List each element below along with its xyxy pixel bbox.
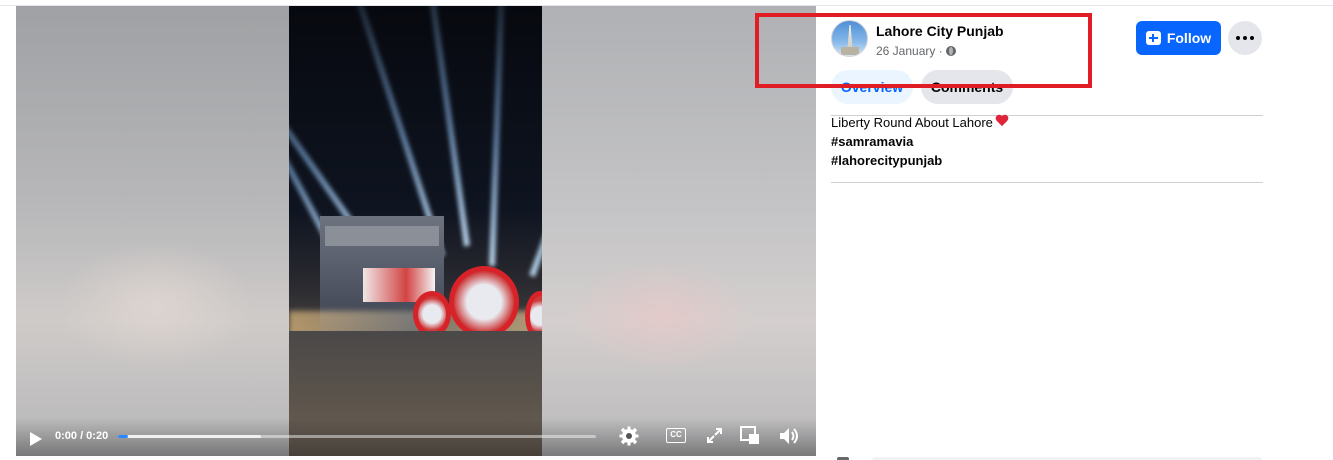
post-caption-block: Liberty Round About Lahore #samramavia #…	[831, 113, 1009, 170]
divider	[831, 182, 1263, 183]
follow-label: Follow	[1166, 30, 1212, 46]
hashtag-link[interactable]: #samramavia	[831, 132, 1009, 151]
post-caption: Liberty Round About Lahore	[831, 115, 993, 130]
more-dot	[1250, 36, 1254, 40]
more-dot	[1243, 36, 1247, 40]
light-beam	[489, 6, 507, 267]
heart-icon	[995, 115, 1009, 128]
settings-gear-icon[interactable]	[619, 426, 639, 446]
more-options-button[interactable]	[1228, 21, 1262, 55]
building-top	[325, 226, 439, 246]
video-player[interactable]: 0:00 / 0:20 CC	[16, 6, 816, 456]
volume-icon[interactable]	[779, 426, 801, 446]
picture-in-picture-icon[interactable]	[740, 426, 760, 445]
seek-played	[118, 435, 128, 438]
video-blur-left	[16, 6, 289, 456]
hashtag-link[interactable]: #lahorecitypunjab	[831, 151, 1009, 170]
follow-button[interactable]: Follow	[1136, 21, 1221, 55]
page: 0:00 / 0:20 CC Lahore City Punjab 26 Jan…	[0, 0, 1333, 460]
seek-buffer	[118, 435, 262, 438]
video-frame[interactable]	[289, 6, 542, 456]
highlight-box	[755, 13, 1092, 88]
closed-captions-icon[interactable]: CC	[666, 428, 686, 443]
video-controls: 0:00 / 0:20 CC	[16, 418, 816, 456]
decor-ring	[449, 266, 519, 338]
seek-bar[interactable]	[118, 435, 596, 438]
light-beam	[529, 6, 542, 278]
follow-icon	[1145, 31, 1161, 45]
video-time: 0:00 / 0:20	[55, 430, 109, 442]
fullscreen-expand-icon[interactable]	[706, 427, 723, 444]
play-icon[interactable]	[30, 432, 42, 446]
more-dots-icon	[1236, 36, 1240, 40]
